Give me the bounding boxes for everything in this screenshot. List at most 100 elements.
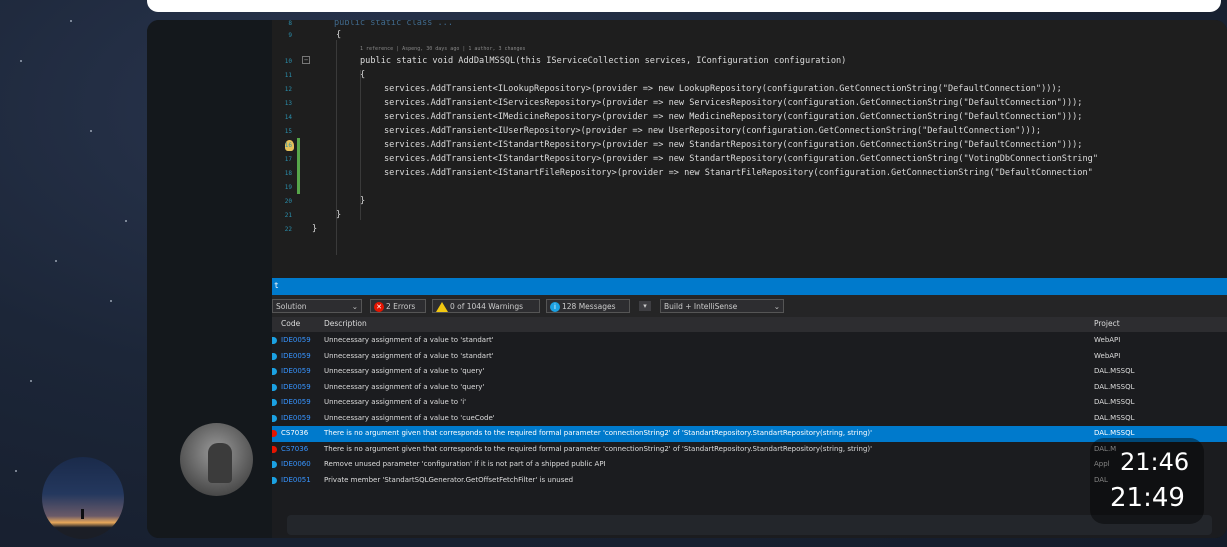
warnings-count: 0 of 1044 Warnings [450,302,523,311]
scope-label: Solution [276,302,307,311]
error-list-toolbar: Solution ⌄ ✕ 2 Errors 0 of 1044 Warnings … [272,295,1227,317]
filter-icon: ▾ [639,301,651,311]
error-description: Unnecessary assignment of a value to 'qu… [324,382,485,391]
error-description: Unnecessary assignment of a value to 'st… [324,351,494,360]
error-description: Unnecessary assignment of a value to 'qu… [324,367,485,375]
errors-filter-button[interactable]: ✕ 2 Errors [370,299,426,313]
error-description: Unnecessary assignment of a value to 'st… [324,336,494,344]
code-line: } [336,210,342,220]
code-line: services.AddTransient<IMedicineRepositor… [384,112,1083,122]
error-code: IDE0051 [281,475,311,484]
error-project: DAL.MSSQL [1094,382,1135,391]
star [70,20,72,22]
sender-avatar[interactable] [180,423,253,496]
build-filter-dropdown[interactable]: Build + IntelliSense ⌄ [660,299,784,313]
own-avatar[interactable] [42,457,124,539]
info-icon [272,337,277,344]
bottom-strip [272,510,1227,538]
info-icon [272,414,277,422]
code-line: { [360,70,366,80]
line-number: 9 [288,32,292,39]
code-line: services.AddTransient<IStandartRepositor… [384,140,1083,150]
error-code: IDE0059 [281,382,311,391]
panel-title-bar: t [272,278,1227,295]
star [20,60,22,62]
code-line: services.AddTransient<IServicesRepositor… [384,98,1083,108]
line-number: 8 [288,20,292,27]
message-time: 21:46 [1120,448,1190,476]
star [30,380,32,382]
error-list-row-selected[interactable]: CS7036 There is no argument given that c… [272,426,1227,442]
info-icon [272,399,277,406]
line-number: 18 [284,170,292,177]
info-icon [272,461,277,468]
column-header-description[interactable]: Description [324,319,367,328]
line-number: 15 [284,128,292,135]
error-icon [272,430,277,437]
line-number: 17 [284,156,292,163]
error-code: IDE0059 [281,413,311,422]
line-number: 19 [284,184,292,191]
info-icon [272,352,277,360]
error-list-row[interactable]: IDE0059 Unnecessary assignment of a valu… [272,380,1227,396]
code-line: public static class ... [334,20,453,28]
line-number: 13 [284,100,292,107]
error-list-row[interactable]: IDE0059 Unnecessary assignment of a valu… [272,364,1227,380]
column-header-code[interactable]: Code [281,319,300,328]
column-header-project[interactable]: Project [1094,319,1120,328]
error-list-row[interactable]: CS7036 There is no argument given that c… [272,442,1227,458]
error-project: DAL.MSSQL [1094,398,1135,406]
error-code: CS7036 [281,444,309,453]
line-number: 21 [284,212,292,219]
line-number: 10 [284,58,292,65]
error-list-row[interactable]: IDE0051 Private member 'StandartSQLGener… [272,473,1227,489]
warning-icon [436,302,448,312]
error-list-row[interactable]: IDE0059 Unnecessary assignment of a valu… [272,395,1227,411]
error-list-row[interactable]: IDE0060 Remove unused parameter 'configu… [272,457,1227,473]
photo-message-bubble[interactable]: − 8 9 10 11 12 13 14 15 16 17 18 19 20 2… [147,20,1227,538]
error-description: Unnecessary assignment of a value to 'i' [324,398,467,406]
warnings-filter-button[interactable]: 0 of 1044 Warnings [432,299,540,313]
code-line: services.AddTransient<ILookupRepository>… [384,84,1062,94]
info-icon: i [550,302,560,312]
code-line: public static void AddDalMSSQL(this ISer… [360,56,847,66]
error-project: DAL.MSSQL [1094,429,1135,437]
error-code: CS7036 [281,429,309,437]
error-project: DAL.MSSQL [1094,367,1135,375]
error-list-row[interactable]: IDE0059 Unnecessary assignment of a valu… [272,349,1227,365]
error-description: There is no argument given that correspo… [324,444,873,453]
error-description: Remove unused parameter 'configuration' … [324,460,606,468]
error-icon: ✕ [374,302,384,312]
line-number: 12 [284,86,292,93]
fold-icon[interactable]: − [302,56,310,64]
line-number: 16 [284,142,292,149]
error-code: IDE0059 [281,398,311,406]
status-strip [287,515,1212,535]
error-code: IDE0060 [281,460,311,468]
line-number: 11 [284,72,292,79]
chevron-down-icon: ⌄ [773,302,780,311]
messages-filter-button[interactable]: i 128 Messages [546,299,630,313]
filter-button[interactable]: ▾ [636,299,654,313]
error-list-row[interactable]: IDE0059 Unnecessary assignment of a valu… [272,411,1227,427]
code-line: } [360,196,366,206]
ide-screenshot: − 8 9 10 11 12 13 14 15 16 17 18 19 20 2… [272,20,1227,538]
person-silhouette [81,509,84,519]
codelens[interactable]: 1 reference | Aspeng, 30 days ago | 1 au… [360,46,526,52]
message-time: 21:49 [1110,483,1185,513]
info-icon [272,383,277,391]
previous-message-bubble[interactable] [147,0,1221,12]
chevron-down-icon: ⌄ [351,302,358,311]
error-code: IDE0059 [281,367,311,375]
star [125,220,127,222]
error-list-header: Code Description Project [272,317,1227,332]
person-figure [208,443,232,483]
code-line: services.AddTransient<IUserRepository>(p… [384,126,1042,136]
scope-dropdown[interactable]: Solution ⌄ [272,299,362,313]
line-number: 14 [284,114,292,121]
error-list-row[interactable]: IDE0059 Unnecessary assignment of a valu… [272,333,1227,349]
errors-count: 2 Errors [386,302,416,311]
error-project: WebAPI [1094,336,1121,344]
indent-guide [336,40,337,255]
star [15,470,17,472]
